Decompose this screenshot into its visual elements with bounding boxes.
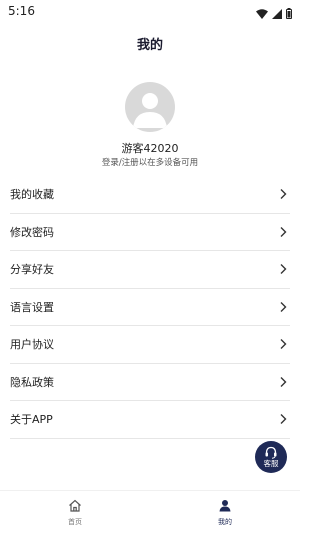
headset-icon: [265, 446, 277, 459]
chevron-right-icon: [280, 189, 287, 200]
status-time: 5:16: [8, 4, 35, 18]
menu-item-label: 用户协议: [10, 338, 54, 352]
bottom-nav: 首页 我的: [0, 490, 300, 533]
menu-item-label: 修改密码: [10, 225, 54, 239]
menu-item-label: 语言设置: [10, 300, 54, 314]
chevron-right-icon: [280, 339, 287, 350]
chevron-right-icon: [280, 264, 287, 275]
chevron-right-icon: [280, 226, 287, 237]
signal-icon: [272, 4, 282, 23]
menu-item-share[interactable]: 分享好友: [10, 251, 290, 289]
page-title: 我的: [136, 38, 163, 53]
login-hint[interactable]: 登录/注册以在多设备可用: [0, 156, 300, 168]
menu-item-language[interactable]: 语言设置: [10, 289, 290, 326]
menu-item-label: 我的收藏: [10, 188, 54, 202]
menu-item-label: 关于APP: [10, 413, 53, 427]
chevron-right-icon: [280, 301, 287, 312]
nav-home[interactable]: 首页: [45, 497, 105, 527]
menu-item-label: 隐私政策: [10, 375, 54, 389]
user-icon: [219, 500, 231, 512]
menu-item-user-agreement[interactable]: 用户协议: [10, 326, 290, 364]
person-silhouette-icon: [133, 93, 167, 128]
menu-item-change-password[interactable]: 修改密码: [10, 214, 290, 251]
avatar[interactable]: [125, 82, 175, 132]
menu-item-label: 分享好友: [10, 263, 54, 277]
chevron-right-icon: [280, 414, 287, 425]
status-icons: [256, 4, 292, 23]
battery-icon: [286, 4, 292, 23]
menu-item-favorites[interactable]: 我的收藏: [10, 176, 290, 214]
nav-home-label: 首页: [68, 518, 82, 526]
menu-item-privacy-policy[interactable]: 隐私政策: [10, 364, 290, 401]
settings-menu: 我的收藏 修改密码 分享好友 语言设置 用户协议 隐私政策 关于APP: [10, 176, 290, 439]
nav-mine-label: 我的: [218, 518, 232, 526]
status-bar: 5:16: [0, 0, 300, 22]
customer-service-label: 客服: [263, 459, 279, 468]
nav-mine[interactable]: 我的: [195, 497, 255, 527]
menu-item-about-app[interactable]: 关于APP: [10, 401, 290, 439]
chevron-right-icon: [280, 376, 287, 387]
customer-service-button[interactable]: 客服: [255, 441, 287, 473]
home-icon: [69, 499, 81, 512]
wifi-icon: [256, 4, 268, 23]
username: 游客42020: [121, 142, 179, 155]
